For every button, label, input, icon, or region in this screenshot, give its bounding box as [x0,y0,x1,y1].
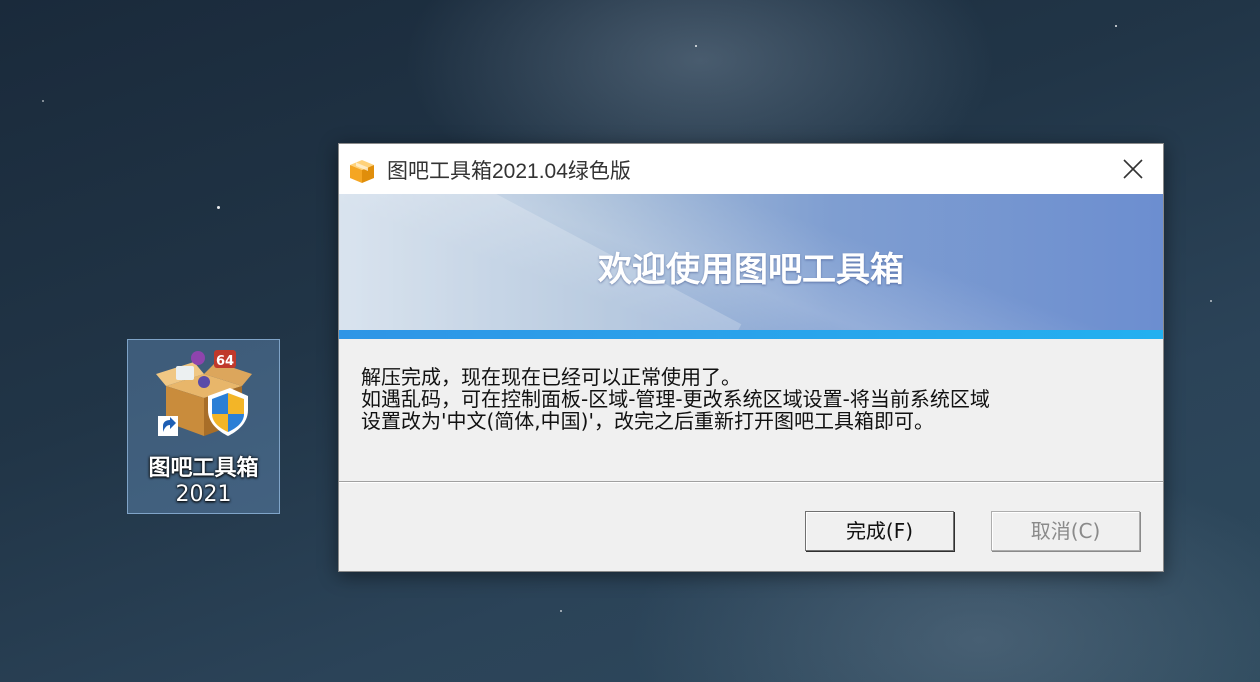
app-box-icon [350,160,374,183]
finish-button[interactable]: 完成(F) [805,511,954,551]
divider-highlight [339,482,1163,483]
star [560,610,562,612]
star [1115,25,1117,27]
message-line: 设置改为'中文(简体,中国)'，改完之后重新打开图吧工具箱即可。 [361,409,934,433]
star [695,45,697,47]
welcome-banner: 欢迎使用图吧工具箱 [339,194,1163,339]
toolbox-app-icon: 64 [156,350,252,436]
star [42,100,44,102]
completion-message: 解压完成，现在现在已经可以正常使用了。 如遇乱码，可在控制面板-区域-管理-更改… [361,366,1141,432]
cancel-button[interactable]: 取消(C) [991,511,1140,551]
star [217,206,220,209]
title-bar[interactable]: 图吧工具箱2021.04绿色版 [339,144,1163,194]
banner-title: 欢迎使用图吧工具箱 [598,250,904,290]
window-title: 图吧工具箱2021.04绿色版 [387,160,631,183]
desktop-shortcut-tuba-toolbox[interactable]: 64 图吧工具箱 2021 [127,339,280,514]
banner-accent-bar [339,330,1163,339]
star [1210,300,1212,302]
installer-dialog: 图吧工具箱2021.04绿色版 欢迎使用图吧工具箱 解压完成，现在现在已经可以正… [338,143,1164,572]
close-button[interactable] [1103,144,1163,194]
message-line: 解压完成，现在现在已经可以正常使用了。 [361,365,741,389]
desktop-icon-label-version: 2021 [175,482,232,507]
close-icon [1123,159,1143,179]
desktop-icon-label: 图吧工具箱 [148,456,259,481]
message-line: 如遇乱码，可在控制面板-区域-管理-更改系统区域设置-将当前系统区域 [361,387,990,411]
svg-text:64: 64 [216,354,234,369]
